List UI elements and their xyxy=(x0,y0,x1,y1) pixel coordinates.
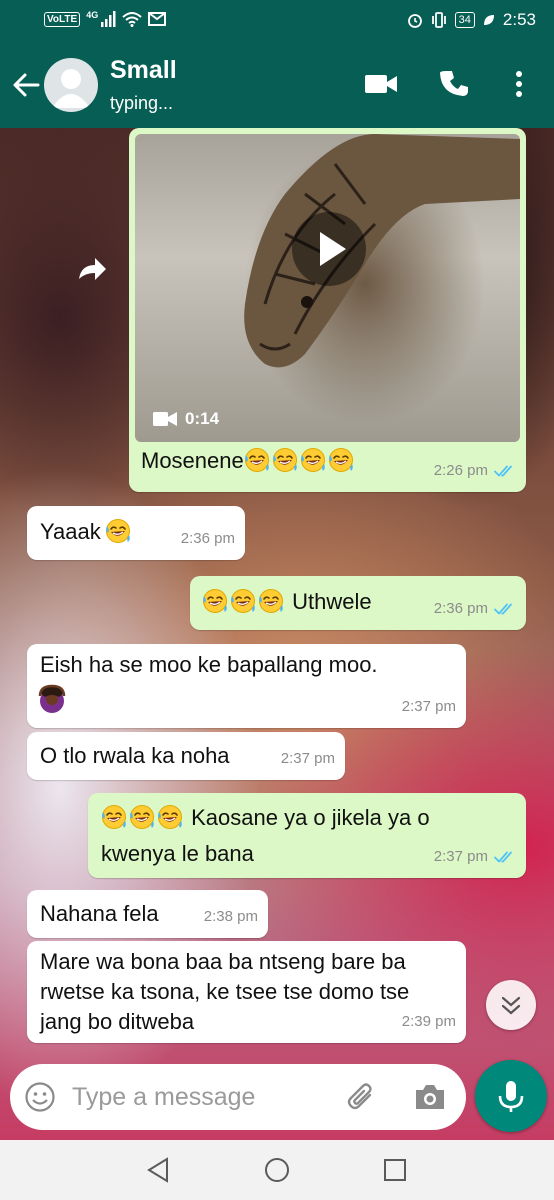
message-input[interactable] xyxy=(72,1078,327,1116)
network-type-label: 4G xyxy=(86,10,99,20)
rofl-emoji-icon xyxy=(129,804,155,830)
message-meta: 2:38 pm xyxy=(204,902,258,932)
forward-button[interactable] xyxy=(66,243,116,293)
vibrate-icon xyxy=(431,12,446,28)
alarm-icon xyxy=(407,14,422,28)
rofl-emoji-icon xyxy=(101,804,127,830)
rofl-emoji-icon xyxy=(300,447,326,473)
voice-call-icon[interactable] xyxy=(440,69,470,99)
message-text-line-1: Kaosane ya o jikela ya o xyxy=(101,803,430,833)
rofl-emoji-icon xyxy=(272,447,298,473)
camera-icon[interactable] xyxy=(413,1082,447,1112)
rofl-emoji-icon xyxy=(230,588,256,614)
more-options-icon[interactable] xyxy=(514,70,524,98)
video-duration: 0:14 xyxy=(153,404,219,434)
status-time: 2:53 xyxy=(502,10,536,29)
forward-icon xyxy=(79,258,106,280)
microphone-icon xyxy=(498,1081,524,1112)
nav-back-icon[interactable] xyxy=(146,1157,170,1183)
message-meta: 2:36 pm xyxy=(181,524,235,554)
message-text: Eish ha se moo ke bapallang moo. xyxy=(40,652,378,677)
rofl-emoji-icon xyxy=(328,447,354,473)
message-meta: 2:37 pm xyxy=(434,842,516,872)
play-button[interactable] xyxy=(292,212,366,286)
message-time: 2:37 pm xyxy=(401,698,456,715)
message-meta: 2:37 pm xyxy=(402,692,456,722)
battery-indicator: 34 xyxy=(454,12,475,28)
attach-icon[interactable] xyxy=(344,1080,380,1116)
nav-recents-icon[interactable] xyxy=(383,1158,407,1182)
message-meta: 2:39 pm xyxy=(402,1007,456,1037)
message-time: 2:37 pm xyxy=(433,848,488,865)
wifi-icon xyxy=(122,12,142,27)
play-icon xyxy=(320,232,346,266)
incoming-message[interactable]: Yaaak 2:36 pm xyxy=(27,506,245,560)
chat-area[interactable]: 0:14 Mosenene 2:26 pm Yaaak 2:36 pm Uthw… xyxy=(0,128,554,1140)
message-text-line-2: rwetse ka tsona, ke tsee tse domo tse xyxy=(40,979,410,1004)
outgoing-message[interactable]: Kaosane ya o jikela ya o kwenya le bana … xyxy=(88,793,526,878)
message-time: 2:38 pm xyxy=(203,908,258,925)
rofl-emoji-icon xyxy=(258,588,284,614)
emoji-icon[interactable] xyxy=(24,1081,56,1113)
read-receipt-icon xyxy=(494,602,516,616)
status-bar-right: 34 2:53 xyxy=(407,10,536,30)
read-receipt-icon xyxy=(494,850,516,864)
cobra-thumbnail-graphic xyxy=(244,134,520,368)
video-caption-text: Mosenene xyxy=(141,448,244,473)
chat-header: Small typing... xyxy=(0,42,554,128)
person-gesturing-ok-emoji-icon xyxy=(38,684,66,713)
message-text-line-3: jang bo ditweba xyxy=(40,1009,195,1034)
message-meta: 2:36 pm xyxy=(434,594,516,624)
incoming-message[interactable]: Eish ha se moo ke bapallang moo. 2:37 pm xyxy=(27,644,466,728)
message-text: Yaaak xyxy=(40,517,133,547)
message-composer xyxy=(10,1064,466,1130)
video-caption: Mosenene xyxy=(141,446,356,476)
message-text-line-2: kwenya le bana xyxy=(101,841,254,866)
contact-name[interactable]: Small xyxy=(110,56,177,85)
video-call-icon[interactable] xyxy=(364,72,398,96)
status-bar-left: VoLTE 4G xyxy=(44,10,167,27)
message-text: O tlo rwala ka noha xyxy=(40,743,230,768)
rofl-emoji-icon xyxy=(157,804,183,830)
message-text-line-1: Mare wa bona baa ba ntseng bare ba xyxy=(40,949,406,974)
video-camera-icon xyxy=(153,412,177,426)
system-navigation-bar xyxy=(0,1140,554,1200)
read-receipt-icon xyxy=(494,464,516,478)
message-text-content: Yaaak xyxy=(40,519,101,544)
incoming-message[interactable]: Mare wa bona baa ba ntseng bare ba rwets… xyxy=(27,941,466,1043)
volte-badge: VoLTE xyxy=(44,11,81,27)
video-duration-label: 0:14 xyxy=(185,409,220,428)
incoming-message[interactable]: O tlo rwala ka noha 2:37 pm xyxy=(27,732,345,780)
message-meta: 2:26 pm xyxy=(434,456,516,486)
signal-icon xyxy=(101,11,116,27)
nav-home-icon[interactable] xyxy=(264,1157,290,1183)
rofl-emoji-icon xyxy=(105,518,131,544)
message-time: 2:36 pm xyxy=(180,530,235,547)
status-bar: VoLTE 4G 34 2:53 xyxy=(0,0,554,42)
message-time: 2:37 pm xyxy=(280,750,335,767)
voice-record-button[interactable] xyxy=(475,1060,547,1132)
message-notification-icon xyxy=(148,12,167,26)
scroll-to-bottom-button[interactable] xyxy=(486,980,536,1030)
rofl-emoji-icon xyxy=(202,588,228,614)
message-meta: 2:37 pm xyxy=(281,744,335,774)
video-thumbnail[interactable]: 0:14 xyxy=(135,134,520,442)
leaf-icon xyxy=(483,15,494,25)
video-message[interactable]: 0:14 Mosenene 2:26 pm xyxy=(129,128,526,492)
incoming-message[interactable]: Nahana fela 2:38 pm xyxy=(27,890,268,938)
message-time: 2:26 pm xyxy=(433,462,488,479)
avatar[interactable] xyxy=(44,58,98,112)
back-arrow-icon[interactable] xyxy=(10,70,42,100)
message-text: Nahana fela xyxy=(40,901,159,926)
message-time: 2:36 pm xyxy=(433,600,488,617)
rofl-emoji-icon xyxy=(244,447,270,473)
double-chevron-down-icon xyxy=(501,996,521,1015)
contact-status: typing... xyxy=(110,93,174,113)
message-text-content: Kaosane ya o jikela ya o xyxy=(191,805,430,830)
message-text-content: Uthwele xyxy=(292,589,372,614)
default-avatar-icon xyxy=(52,69,90,108)
outgoing-message[interactable]: Uthwele 2:36 pm xyxy=(190,576,526,630)
message-time: 2:39 pm xyxy=(401,1013,456,1030)
message-text: Uthwele xyxy=(202,587,372,617)
